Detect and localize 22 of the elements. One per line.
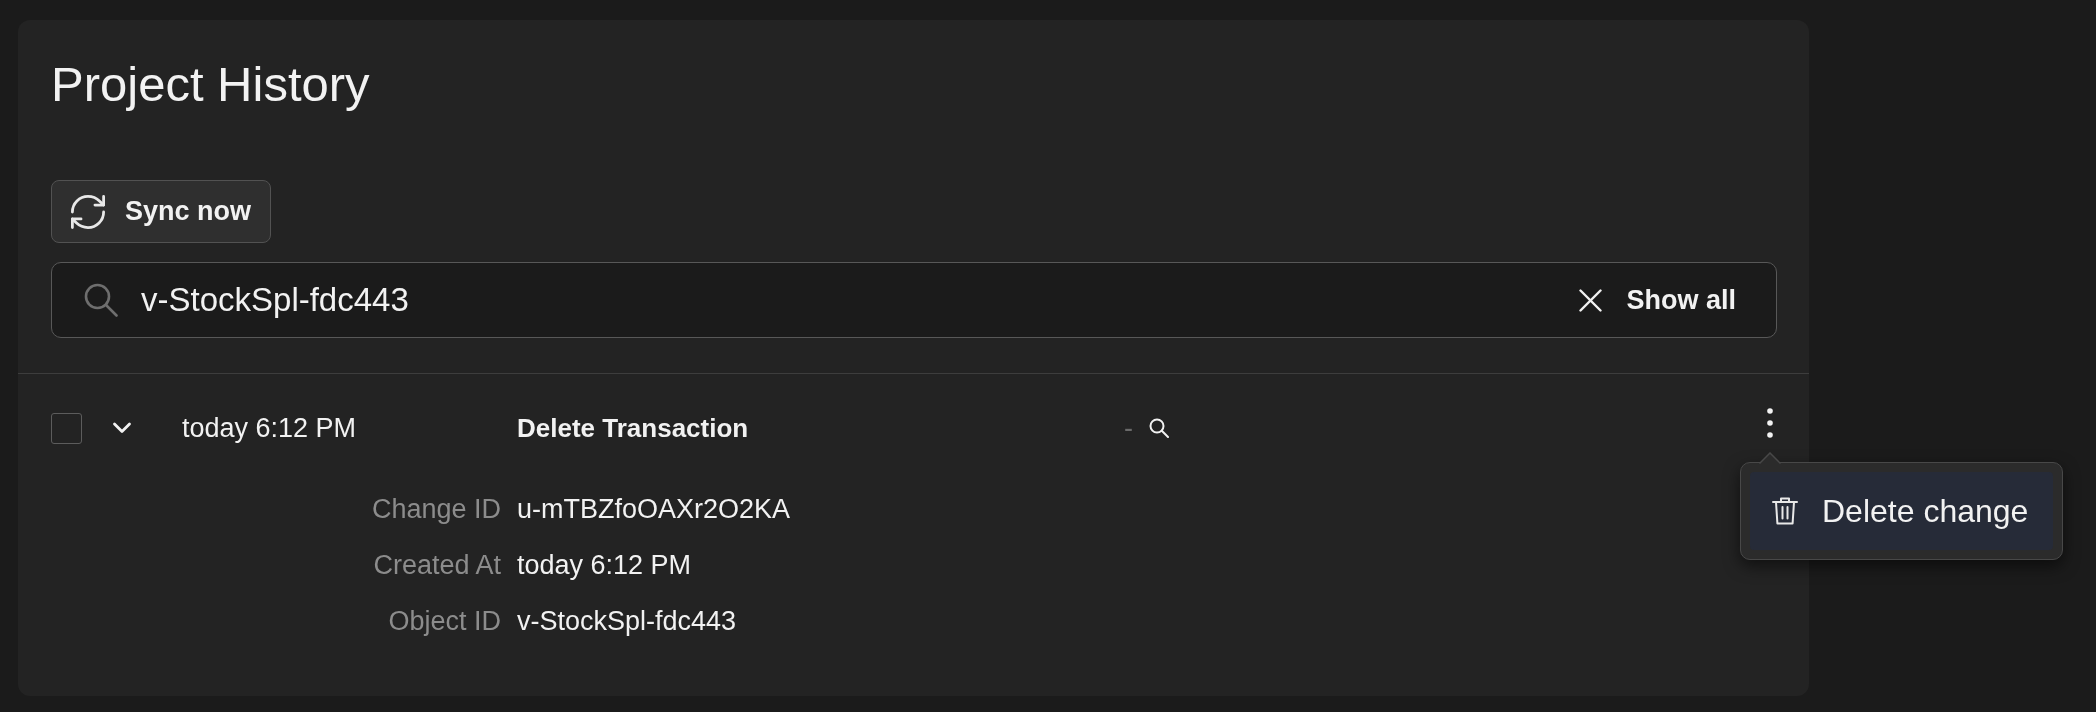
chevron-icon[interactable] xyxy=(112,421,132,435)
show-all-button[interactable]: Show all xyxy=(1579,286,1736,314)
detail-label: Object ID xyxy=(388,607,501,635)
detail-label: Change ID xyxy=(371,495,501,523)
detail-value: today 6:12 PM xyxy=(517,551,692,579)
refresh-icon xyxy=(71,194,105,229)
detail-value: v-StockSpl-fdc443 xyxy=(517,607,737,635)
page-title: Project History xyxy=(51,56,370,113)
search-icon xyxy=(84,283,118,317)
more-options-icon[interactable] xyxy=(1767,408,1773,438)
detail-value: u-mTBZfoOAXr2O2KA xyxy=(517,495,791,523)
search-icon[interactable] xyxy=(1149,418,1169,438)
close-icon xyxy=(1579,288,1603,312)
detail-label: Created At xyxy=(373,551,501,579)
change-action: Delete Transaction xyxy=(517,415,749,441)
sync-button[interactable]: Sync now xyxy=(51,180,272,243)
empty-value-dash: - xyxy=(1124,414,1133,442)
search-field[interactable]: v-StockSpl-fdc443 Show all xyxy=(51,262,1777,338)
trash-icon xyxy=(1772,497,1798,525)
delete-menu-item[interactable]: Delete change xyxy=(1750,472,2053,550)
checkbox[interactable] xyxy=(51,412,82,444)
change-time: today 6:12 PM xyxy=(182,414,357,442)
